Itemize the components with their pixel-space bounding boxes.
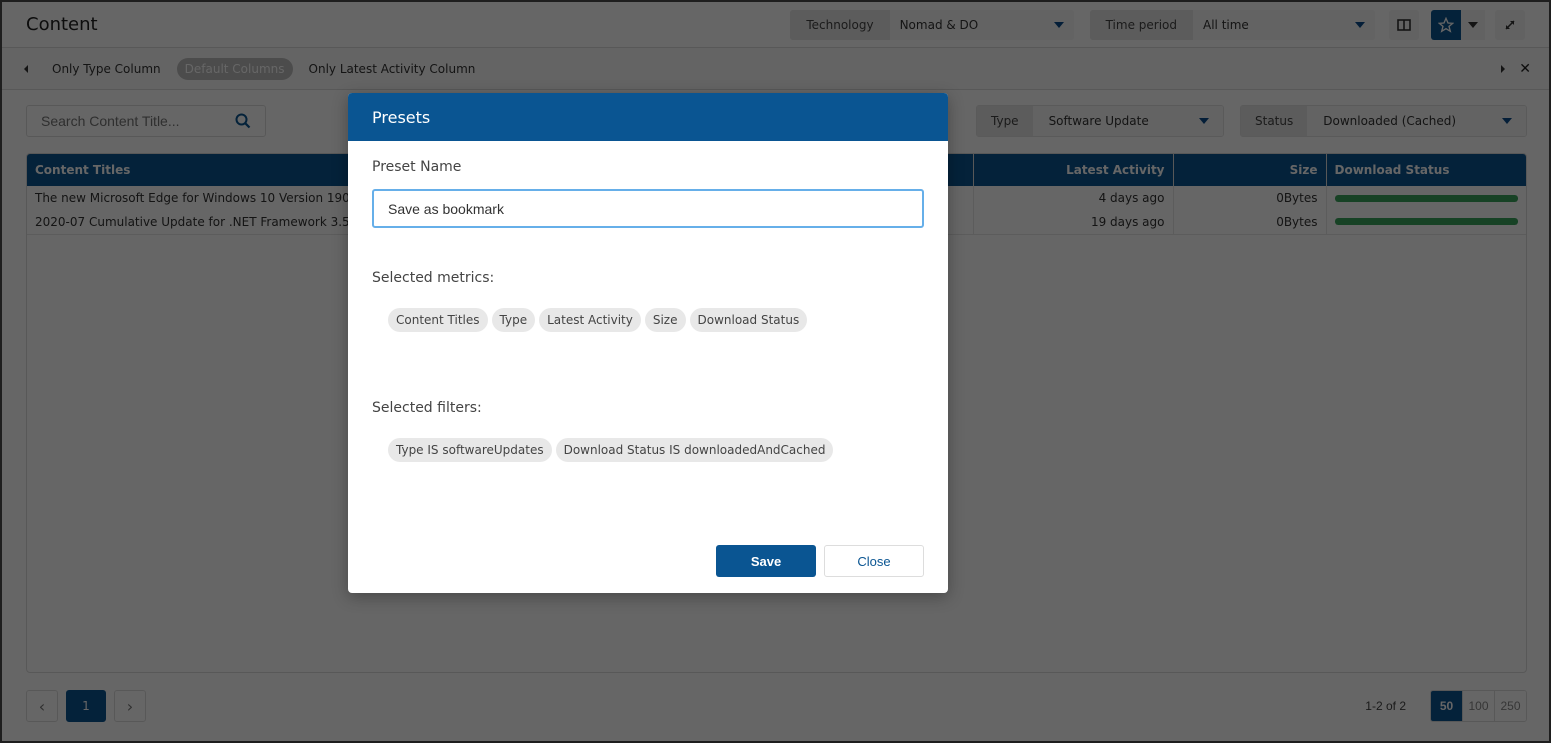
selected-filters-list: Type IS softwareUpdates Download Status … (388, 438, 834, 462)
close-button[interactable]: Close (824, 545, 924, 577)
app-window: Content Technology Nomad & DO Time perio… (2, 2, 1549, 741)
metric-chip: Size (644, 308, 686, 332)
metric-chip: Download Status (689, 308, 808, 332)
filter-chip: Download Status IS downloadedAndCached (555, 438, 834, 462)
dialog-header: Presets (348, 93, 948, 141)
filter-chip: Type IS softwareUpdates (388, 438, 552, 462)
dialog-body: Preset Name Selected metrics: Content Ti… (348, 141, 948, 593)
selected-filters-label: Selected filters: (372, 400, 482, 416)
preset-name-label: Preset Name (372, 159, 462, 175)
metric-chip: Content Titles (388, 308, 488, 332)
selected-metrics-list: Content Titles Type Latest Activity Size… (388, 308, 808, 332)
selected-metrics-label: Selected metrics: (372, 270, 495, 286)
preset-name-input[interactable] (372, 189, 924, 228)
metric-chip: Latest Activity (539, 308, 641, 332)
dialog-title: Presets (372, 107, 431, 127)
metric-chip: Type (491, 308, 536, 332)
save-button[interactable]: Save (716, 545, 816, 577)
presets-dialog: Presets Preset Name Selected metrics: Co… (348, 93, 948, 593)
